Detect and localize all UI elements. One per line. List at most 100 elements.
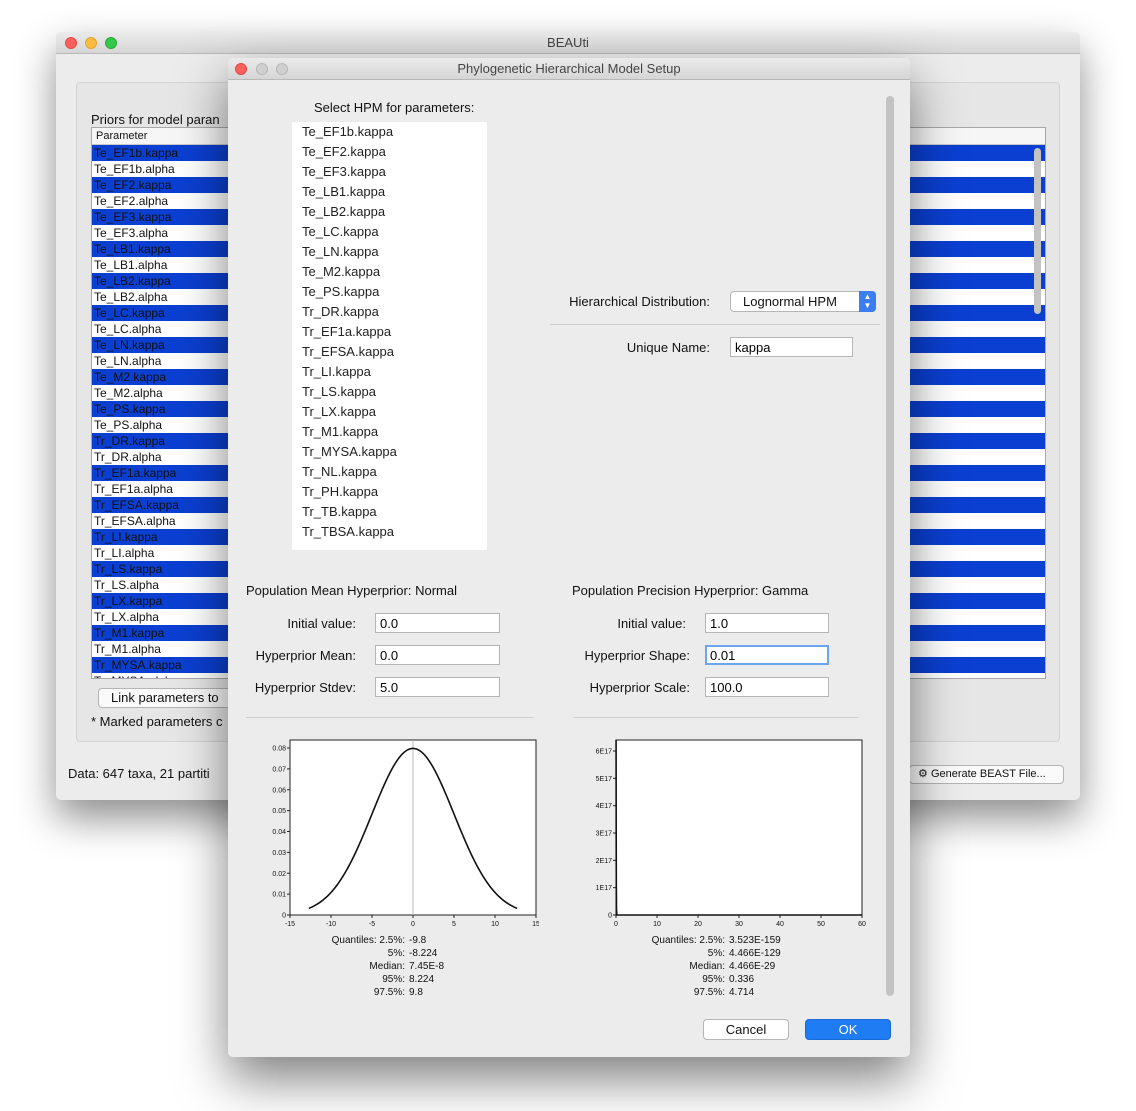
hyperprior-scale-input[interactable]: [705, 677, 829, 697]
hyperprior-mean-input[interactable]: [375, 645, 500, 665]
hpm-list-item[interactable]: Tr_EFSA.kappa: [292, 342, 487, 362]
quantile-label: 5%:: [707, 948, 725, 959]
hpm-list-item[interactable]: Tr_DR.kappa: [292, 302, 487, 322]
cancel-button[interactable]: Cancel: [703, 1019, 789, 1040]
hpm-list-item[interactable]: Te_LB1.kappa: [292, 182, 487, 202]
zoom-dialog-icon: [276, 63, 288, 75]
separator: [573, 717, 859, 718]
plot-area: [615, 739, 863, 916]
precision-hyperprior-title: Population Precision Hyperprior: Gamma: [572, 583, 809, 598]
y-tick-label: 0.05: [272, 808, 286, 815]
hpm-list-item[interactable]: Tr_M1.kappa: [292, 422, 487, 442]
y-tick-label: 1E17: [596, 885, 612, 892]
y-tick-label: 0.01: [272, 892, 286, 899]
precision-initial-value-label: Initial value:: [617, 616, 686, 631]
mean-hyperprior-title: Population Mean Hyperprior: Normal: [246, 583, 457, 598]
hierarchical-distribution-value: Lognormal HPM: [743, 294, 837, 309]
y-tick-label: 0.03: [272, 850, 286, 857]
unique-name-input[interactable]: [730, 337, 853, 357]
quantile-label: Median:: [689, 961, 725, 972]
beauti-window-title: BEAUti: [547, 35, 589, 50]
unique-name-label: Unique Name:: [626, 340, 710, 355]
hpm-list-item[interactable]: Tr_NL.kappa: [292, 462, 487, 482]
y-tick-label: 0: [608, 913, 612, 920]
y-tick-label: 5E17: [596, 776, 612, 783]
mean-initial-value-input[interactable]: [375, 613, 500, 633]
quantile-label: 95%:: [702, 974, 725, 985]
hpm-setup-dialog: Phylogenetic Hierarchical Model Setup Se…: [228, 58, 910, 1057]
hpm-parameter-list[interactable]: Te_EF1b.kappa Te_EF2.kappa Te_EF3.kappa Te_…: [292, 122, 487, 550]
hyperprior-stdev-label: Hyperprior Stdev:: [254, 680, 356, 695]
dialog-title: Phylogenetic Hierarchical Model Setup: [457, 61, 681, 76]
quantile-label: Quantiles: 2.5%:: [331, 935, 405, 946]
hpm-list-item[interactable]: Te_EF2.kappa: [292, 142, 487, 162]
ok-button[interactable]: OK: [805, 1019, 891, 1040]
hpm-list-item[interactable]: Te_EF3.kappa: [292, 162, 487, 182]
hpm-list-item[interactable]: Tr_LS.kappa: [292, 382, 487, 402]
priors-table-scrollbar[interactable]: [1033, 146, 1043, 676]
mean-initial-value-label: Initial value:: [287, 616, 356, 631]
hpm-list-item[interactable]: Te_EF1b.kappa: [292, 122, 487, 142]
quantile-label: Quantiles: 2.5%:: [651, 935, 725, 946]
hpm-list-item[interactable]: Te_LN.kappa: [292, 242, 487, 262]
hpm-list-item[interactable]: Te_LB2.kappa: [292, 202, 487, 222]
y-tick-label: 3E17: [596, 831, 612, 838]
beauti-titlebar: BEAUti: [56, 32, 1080, 54]
priors-table-scroll-thumb[interactable]: [1034, 148, 1041, 314]
hpm-list-item[interactable]: Tr_LX.kappa: [292, 402, 487, 422]
quantile-label: Median:: [369, 961, 405, 972]
dialog-scrollbar[interactable]: [884, 94, 896, 998]
hpm-list-item[interactable]: Tr_EF1a.kappa: [292, 322, 487, 342]
dialog-titlebar: Phylogenetic Hierarchical Model Setup: [228, 58, 910, 80]
zoom-window-icon[interactable]: [105, 37, 117, 49]
hpm-list-item[interactable]: Tr_PH.kappa: [292, 482, 487, 502]
hpm-list-item[interactable]: Tr_TBSA.kappa: [292, 522, 487, 542]
close-dialog-icon[interactable]: [235, 63, 247, 75]
hpm-list-item[interactable]: Te_PS.kappa: [292, 282, 487, 302]
quantile-value: 0.336: [729, 974, 755, 985]
x-tick-label: 10: [653, 921, 661, 928]
hpm-list-item[interactable]: Tr_LI.kappa: [292, 362, 487, 382]
dialog-scroll-thumb[interactable]: [886, 96, 894, 996]
quantile-value: 4.466E-129: [729, 948, 781, 959]
hyperprior-shape-input[interactable]: [705, 645, 829, 665]
updown-chevron-icon: ▲ ▼: [859, 291, 876, 312]
hpm-list-item[interactable]: Te_LC.kappa: [292, 222, 487, 242]
quantile-value: 8.224: [409, 974, 435, 985]
hyperprior-stdev-input[interactable]: [375, 677, 500, 697]
y-tick-label: 4E17: [596, 803, 612, 810]
minimize-window-icon[interactable]: [85, 37, 97, 49]
priors-heading: Priors for model paran: [91, 112, 220, 127]
link-parameters-button[interactable]: Link parameters to: [98, 688, 238, 708]
y-tick-label: 0.02: [272, 871, 286, 878]
minimize-dialog-icon: [256, 63, 268, 75]
hpm-list-item[interactable]: Te_M2.kappa: [292, 262, 487, 282]
hyperprior-shape-label: Hyperprior Shape:: [584, 648, 691, 663]
quantile-value: 3.523E-159: [729, 935, 781, 946]
y-tick-label: 0: [282, 913, 286, 920]
gamma-distribution-plot: 0 1E17 2E17 3E17 4E17 5E17 6E17 0 10 20 30 40 50 60: [596, 739, 866, 928]
hyperprior-mean-label: Hyperprior Mean:: [255, 648, 356, 663]
hpm-list-item[interactable]: Tr_MYSA.kappa: [292, 442, 487, 462]
x-tick-label: 60: [858, 921, 866, 928]
precision-initial-value-input[interactable]: [705, 613, 829, 633]
quantile-value: -9.8: [409, 935, 427, 946]
quantile-label: 95%:: [382, 974, 405, 985]
marked-parameters-note: * Marked parameters c: [91, 714, 223, 729]
generate-beast-file-button[interactable]: ⚙ Generate BEAST File...: [909, 765, 1064, 784]
hierarchical-distribution-select[interactable]: Lognormal HPM ▲ ▼: [730, 291, 876, 312]
quantile-value: -8.224: [409, 948, 438, 959]
hpm-list-item[interactable]: Tr_TB.kappa: [292, 502, 487, 522]
y-tick-label: 2E17: [596, 858, 612, 865]
close-window-icon[interactable]: [65, 37, 77, 49]
y-tick-label: 0.04: [272, 829, 286, 836]
normal-distribution-plot: 0 0.01 0.02 0.03 0.04 0.05 0.06 0.07 0.08 -15 -10 -…: [272, 739, 539, 928]
hierarchical-distribution-label: Hierarchical Distribution:: [569, 294, 710, 309]
y-tick-label: 6E17: [596, 749, 612, 756]
separator: [246, 717, 533, 718]
quantile-value: 4.466E-29: [729, 961, 776, 972]
x-tick-label: -10: [326, 921, 336, 928]
generate-beast-file-label: Generate BEAST File...: [930, 768, 1046, 780]
y-tick-label: 0.06: [272, 787, 286, 794]
data-status-text: Data: 647 taxa, 21 partiti: [68, 766, 210, 781]
